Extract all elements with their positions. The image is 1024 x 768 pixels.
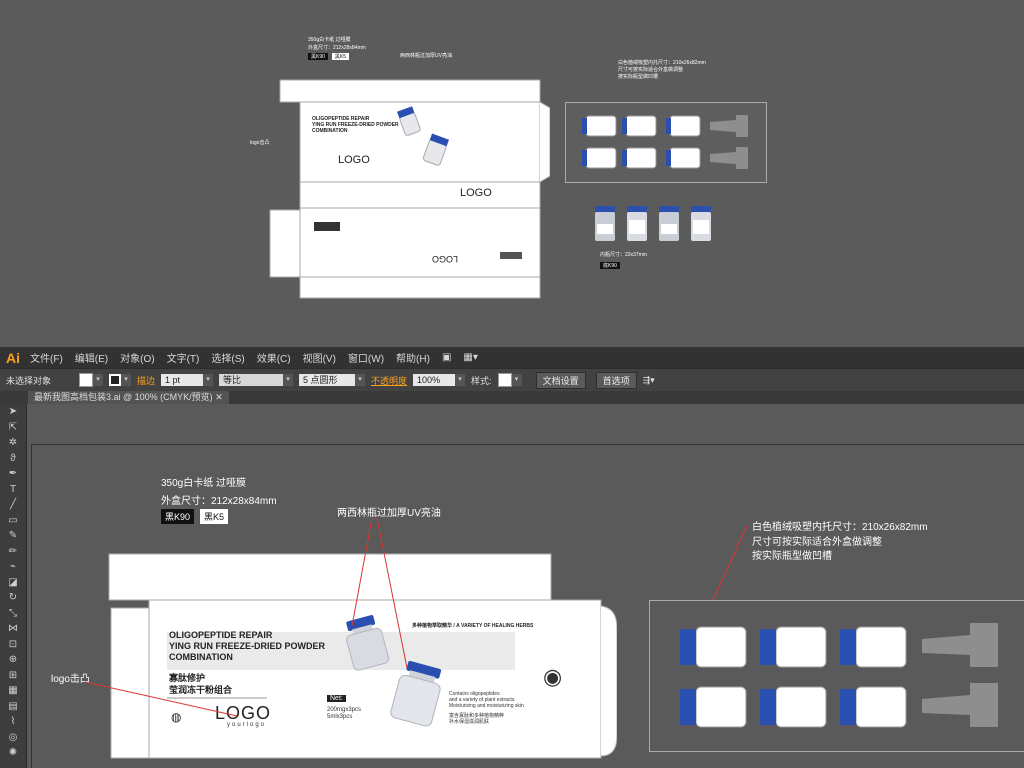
style-label: 样式:: [471, 375, 492, 386]
brush-definition[interactable]: 5 点圆形: [299, 374, 356, 386]
menu-object[interactable]: 对象(O): [120, 350, 154, 365]
opacity-label[interactable]: 不透明度: [371, 374, 407, 387]
document-setup-button[interactable]: 文档设置: [535, 371, 586, 389]
preferences-button[interactable]: 首选项: [595, 371, 637, 389]
inner-bottle-size: 内瓶尺寸：22x37mm: [600, 252, 647, 258]
opacity-field[interactable]: 100%: [413, 374, 456, 386]
pen-tool-icon[interactable]: ✒: [0, 466, 26, 482]
rectangle-tool-icon[interactable]: ▭: [0, 513, 26, 529]
logo-small-3: LOGO: [432, 254, 459, 264]
logo-small: LOGO: [338, 154, 370, 166]
stroke-width-dropdown[interactable]: ▾: [203, 374, 214, 386]
style-swatch[interactable]: [497, 373, 512, 387]
perspective-tool-icon[interactable]: ⊞: [0, 668, 26, 684]
stroke-width-field[interactable]: 1 pt: [161, 374, 204, 386]
fill-dropdown[interactable]: ▾: [93, 374, 104, 386]
magic-wand-tool-icon[interactable]: ✲: [0, 435, 26, 451]
rotate-tool-icon[interactable]: ↻: [0, 590, 26, 606]
width-tool-icon[interactable]: ⋈: [0, 621, 26, 637]
canvas[interactable]: 350g白卡纸 过哑膜 外盒尺寸：212x28x84mm 黑K90 黑K5 两西…: [27, 404, 1024, 768]
line-tool-icon[interactable]: ╱: [0, 497, 26, 513]
title-small-3: COMBINATION: [312, 128, 348, 134]
stroke-label[interactable]: 描边: [137, 374, 155, 387]
bottle-samples: [594, 206, 712, 242]
no-selection-label: 未选择对象: [6, 375, 52, 386]
vial-note-small: 两西林瓶过加厚UV亮油: [400, 53, 452, 59]
align-icon[interactable]: ⇶▾: [643, 375, 655, 386]
document-tab-label: 最新我图高档包装3.ai @ 100% (CMYK/预览): [34, 392, 213, 402]
outer-size-small: 外盒尺寸：212x28x84mm: [308, 45, 366, 51]
pencil-tool-icon[interactable]: ✏: [0, 544, 26, 560]
menu-view[interactable]: 视图(V): [303, 350, 336, 365]
tray-note-small-1: 白色植绒吸塑内托尺寸：210x26x82mm: [618, 60, 706, 66]
symbol-sprayer-tool-icon[interactable]: ✺: [0, 745, 26, 761]
menu-help[interactable]: 帮助(H): [396, 350, 430, 365]
preview-image: 350g白卡纸 过哑膜 外盒尺寸：212x28x84mm 黑K90 黑K5 两西…: [0, 0, 1024, 345]
blob-brush-tool-icon[interactable]: ⌁: [0, 559, 26, 575]
tray-note-small-3: 按实际瓶型做凹槽: [618, 74, 659, 80]
scale-tool-icon[interactable]: ⤡: [0, 606, 26, 622]
blend-tool-icon[interactable]: ◎: [0, 730, 26, 746]
stroke-dropdown[interactable]: ▾: [121, 374, 132, 386]
close-icon[interactable]: ✕: [215, 392, 223, 402]
paintbrush-tool-icon[interactable]: ✎: [0, 528, 26, 544]
vials-small: [397, 106, 449, 166]
mesh-tool-icon[interactable]: ▦: [0, 683, 26, 699]
document-tab[interactable]: 最新我图高档包装3.ai @ 100% (CMYK/预览) ✕: [28, 391, 229, 404]
color-chip-k90: 黑K90: [308, 53, 328, 60]
shape-builder-tool-icon[interactable]: ⊕: [0, 652, 26, 668]
style-dropdown[interactable]: ▾: [511, 374, 522, 386]
menu-edit[interactable]: 编辑(E): [75, 350, 108, 365]
menu-file[interactable]: 文件(F): [30, 350, 63, 365]
tools-panel: ➤ ⇱ ✲ ϑ ✒ T ╱ ▭ ✎ ✏ ⌁ ◪ ↻ ⤡ ⋈ ⊡ ⊕ ⊞ ▦ ▤ …: [0, 404, 27, 768]
tray-small: [565, 102, 767, 183]
bridge-icon[interactable]: ▣: [442, 352, 451, 363]
stroke-profile-dropdown[interactable]: ▾: [283, 374, 294, 386]
arrange-documents-icon[interactable]: ▦▾: [463, 352, 477, 363]
menu-effect[interactable]: 效果(C): [257, 350, 291, 365]
eraser-tool-icon[interactable]: ◪: [0, 575, 26, 591]
tray: [649, 600, 1024, 752]
menu-type[interactable]: 文字(T): [167, 350, 200, 365]
lasso-tool-icon[interactable]: ϑ: [0, 451, 26, 467]
color-chip-k5: 黑K5: [331, 53, 350, 60]
menu-bar: Ai 文件(F) 编辑(E) 对象(O) 文字(T) 选择(S) 效果(C) 视…: [0, 347, 1024, 368]
fill-swatch[interactable]: [79, 373, 94, 387]
inner-chip: 底K90: [600, 262, 620, 269]
gradient-tool-icon[interactable]: ▤: [0, 699, 26, 715]
menu-window[interactable]: 窗口(W): [348, 350, 384, 365]
stroke-profile[interactable]: 等比: [219, 374, 284, 386]
document-tab-bar: 最新我图高档包装3.ai @ 100% (CMYK/预览) ✕: [0, 391, 1024, 404]
control-bar: 未选择对象 ▾ ▾ 描边 1 pt ▾ 等比 ▾ 5 点圆形 ▾ 不透明度 100% ▾…: [0, 368, 1024, 391]
direct-selection-tool-icon[interactable]: ⇱: [0, 420, 26, 436]
paper-spec-small: 350g白卡纸 过哑膜: [308, 37, 351, 43]
eyedropper-tool-icon[interactable]: ⌇: [0, 714, 26, 730]
selection-tool-icon[interactable]: ➤: [0, 404, 26, 420]
type-tool-icon[interactable]: T: [0, 482, 26, 498]
menu-select[interactable]: 选择(S): [211, 350, 244, 365]
app-logo: Ai: [6, 349, 20, 366]
stroke-swatch[interactable]: [109, 374, 122, 386]
brush-dropdown[interactable]: ▾: [355, 374, 366, 386]
opacity-dropdown[interactable]: ▾: [455, 374, 466, 386]
tray-note-small-2: 尺寸可按实际适合外盒做调整: [618, 67, 684, 73]
logo-small-2: LOGO: [460, 187, 492, 199]
free-transform-tool-icon[interactable]: ⊡: [0, 637, 26, 653]
